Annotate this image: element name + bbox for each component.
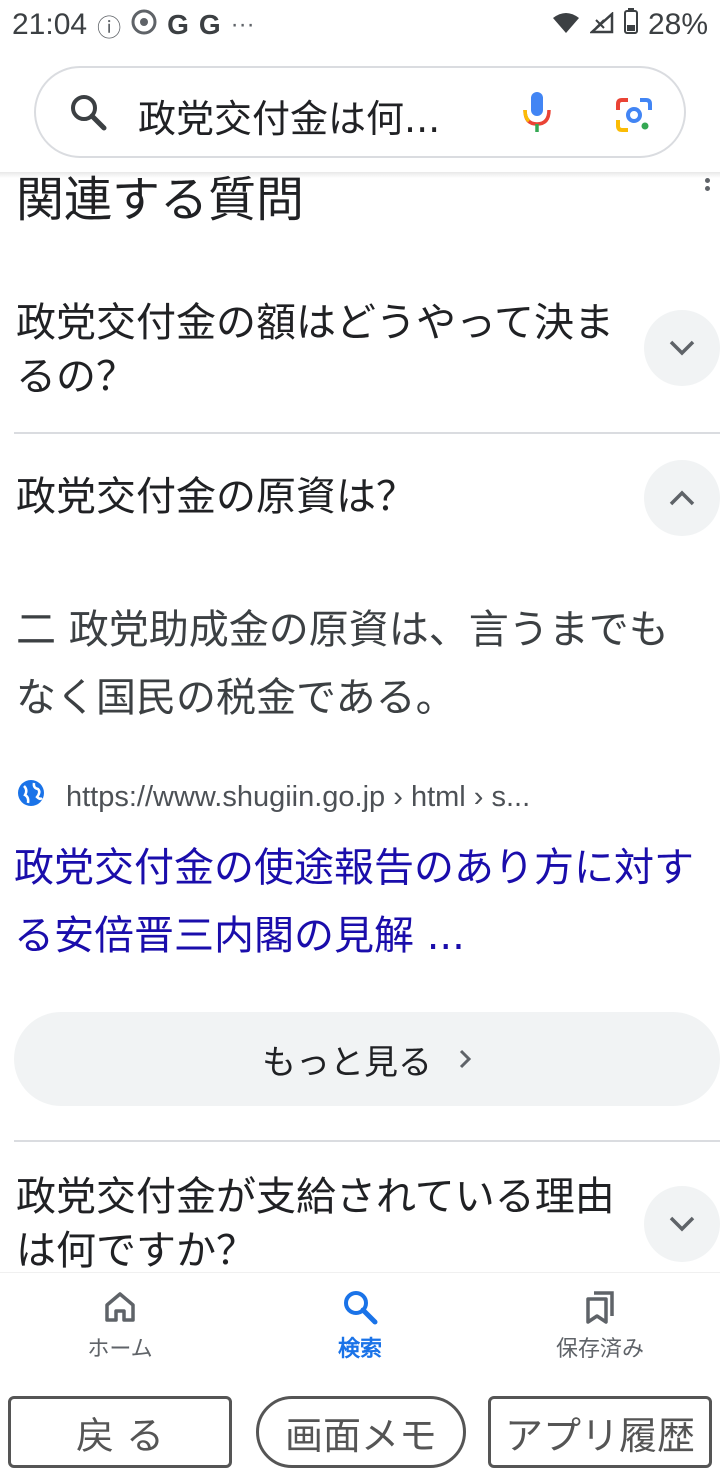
- screen-memo-label: 画面メモ: [284, 1413, 437, 1458]
- google-icon: G: [167, 9, 189, 40]
- search-icon[interactable]: [68, 92, 108, 136]
- bottom-nav: ホーム 検索 保存済み: [0, 1272, 720, 1389]
- battery-percent: 28%: [647, 8, 708, 41]
- question-item[interactable]: 政党交付金の原資は？: [16, 470, 616, 524]
- question-item[interactable]: 政党交付金が支給されている理由は何ですか？: [16, 1170, 616, 1278]
- google-icon: G: [198, 9, 221, 40]
- nav-saved[interactable]: 保存済み: [520, 1289, 680, 1363]
- system-button-bar: 戻 る 画面メモ アプリ履歴: [0, 1390, 720, 1480]
- app-history-label: アプリ履歴: [504, 1413, 695, 1458]
- back-button-label: 戻 る: [75, 1413, 165, 1458]
- question-text: 政党交付金の原資は？: [16, 474, 416, 520]
- expand-button[interactable]: [644, 1186, 720, 1262]
- more-notifications-icon: ···: [230, 11, 255, 38]
- divider: [14, 432, 720, 434]
- more-options-icon[interactable]: [700, 176, 714, 200]
- status-right: 28%: [552, 8, 708, 42]
- search-bar[interactable]: 政党交付金は何...: [34, 66, 686, 158]
- question-text: 政党交付金が支給されている理由は何ですか？: [16, 1174, 615, 1274]
- result-title-link[interactable]: 政党交付金の使途報告のあり方に対する安倍晋三内閣の見解 ...: [14, 834, 704, 970]
- chevron-down-icon: [669, 1216, 695, 1232]
- home-icon: [105, 1292, 135, 1322]
- more-button-label: もっと見る: [262, 1042, 432, 1083]
- source-line[interactable]: https://www.shugiin.go.jp › html › s...: [16, 778, 530, 816]
- question-text: 政党交付金の額はどうやって決まるの？: [16, 300, 614, 400]
- chevron-right-icon: [459, 1049, 472, 1069]
- chevron-down-icon: [669, 340, 695, 356]
- microphone-icon[interactable]: [522, 90, 552, 140]
- nav-home-label: ホーム: [87, 1337, 153, 1362]
- radiko-icon: [131, 9, 157, 42]
- more-button[interactable]: もっと見る: [14, 1012, 720, 1106]
- battery-icon: [623, 8, 638, 42]
- collapse-button[interactable]: [644, 460, 720, 536]
- bookmarks-icon: [586, 1291, 614, 1324]
- expand-button[interactable]: [644, 310, 720, 386]
- status-left: 21:04 ⓘ G G ···: [12, 8, 255, 43]
- answer-snippet: 二 政党助成金の原資は、言うまでもなく国民の税金である。: [16, 607, 669, 721]
- section-title: 関連する質問: [16, 172, 305, 228]
- status-bar: 21:04 ⓘ G G ··· 28%: [0, 0, 720, 50]
- nav-search[interactable]: 検索: [280, 1289, 440, 1363]
- status-time: 21:04: [12, 8, 88, 41]
- signal-icon: [588, 8, 614, 42]
- google-lens-icon[interactable]: [614, 96, 654, 138]
- nav-search-label: 検索: [337, 1337, 382, 1362]
- nav-saved-label: 保存済み: [555, 1337, 644, 1362]
- divider: [14, 1140, 720, 1142]
- search-query[interactable]: 政党交付金は何...: [138, 88, 468, 143]
- source-url: https://www.shugiin.go.jp › html › s...: [66, 780, 531, 813]
- question-item[interactable]: 政党交付金の額はどうやって決まるの？: [16, 296, 616, 404]
- info-icon: ⓘ: [97, 14, 122, 42]
- wifi-icon: [552, 8, 580, 42]
- screen-memo-button[interactable]: 画面メモ: [256, 1396, 466, 1468]
- chevron-up-icon: [669, 490, 695, 506]
- search-icon: [344, 1291, 378, 1325]
- nav-home[interactable]: ホーム: [40, 1289, 200, 1363]
- back-button[interactable]: 戻 る: [8, 1396, 232, 1468]
- globe-icon: [16, 778, 46, 816]
- app-history-button[interactable]: アプリ履歴: [488, 1396, 712, 1468]
